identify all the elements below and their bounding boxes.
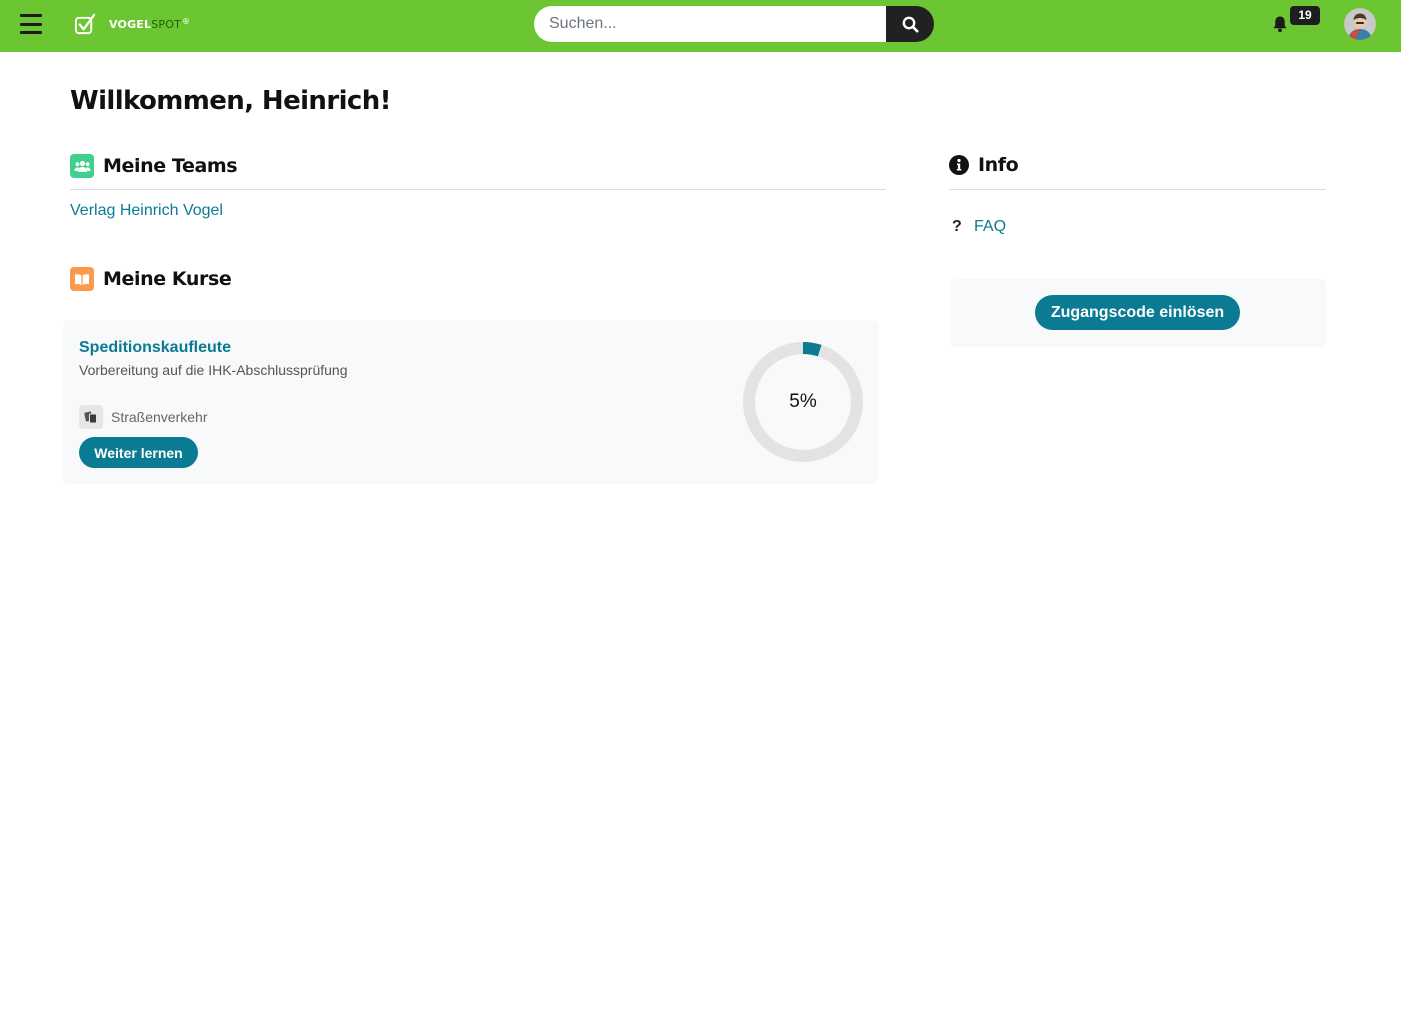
faq-link[interactable]: FAQ xyxy=(974,218,1006,236)
page-title: Willkommen, Heinrich! xyxy=(70,86,391,116)
courses-section-header: Meine Kurse xyxy=(70,267,232,291)
hamburger-menu-icon[interactable] xyxy=(20,14,42,34)
notification-count-badge[interactable]: 19 xyxy=(1290,6,1320,25)
logo-wordmark: VOGEL SPOT ® xyxy=(109,16,191,31)
course-category-label: Straßenverkehr xyxy=(111,409,208,425)
book-icon xyxy=(70,267,94,291)
search-button[interactable] xyxy=(886,6,934,42)
course-category: Straßenverkehr xyxy=(79,405,207,429)
category-cards-icon xyxy=(79,405,103,429)
question-icon: ? xyxy=(952,218,962,235)
info-circle-icon xyxy=(949,155,969,175)
course-title-link[interactable]: Speditionskaufleute xyxy=(79,339,231,357)
course-card: Speditionskaufleute Vorbereitung auf die… xyxy=(63,320,879,484)
info-section-title: Info xyxy=(978,154,1019,176)
courses-section-title: Meine Kurse xyxy=(103,268,232,290)
info-section-header: Info xyxy=(949,154,1019,176)
course-subtitle: Vorbereitung auf die IHK-Abschlussprüfun… xyxy=(79,362,348,378)
user-avatar-icon xyxy=(1344,8,1376,40)
users-icon xyxy=(70,154,94,178)
top-navigation-bar: VOGELSPOT® 19 xyxy=(0,0,1401,52)
teams-divider xyxy=(70,189,886,190)
vogelspot-logo[interactable]: VOGEL SPOT ® xyxy=(74,12,190,36)
redeem-access-code-button[interactable]: Zugangscode einlösen xyxy=(1035,295,1240,330)
access-code-card: Zugangscode einlösen xyxy=(950,279,1326,347)
bell-icon[interactable] xyxy=(1272,15,1288,33)
info-divider xyxy=(949,189,1326,190)
search-input[interactable] xyxy=(534,6,886,42)
continue-learning-button[interactable]: Weiter lernen xyxy=(79,437,198,468)
teams-section-title: Meine Teams xyxy=(103,155,238,177)
teams-section-header: Meine Teams xyxy=(70,154,238,178)
search-icon xyxy=(902,16,918,32)
course-progress-percentage: 5% xyxy=(789,391,817,412)
search-bar xyxy=(534,6,934,42)
user-avatar[interactable] xyxy=(1344,8,1376,40)
checkbox-logo-icon xyxy=(74,13,96,34)
team-link[interactable]: Verlag Heinrich Vogel xyxy=(70,202,223,220)
